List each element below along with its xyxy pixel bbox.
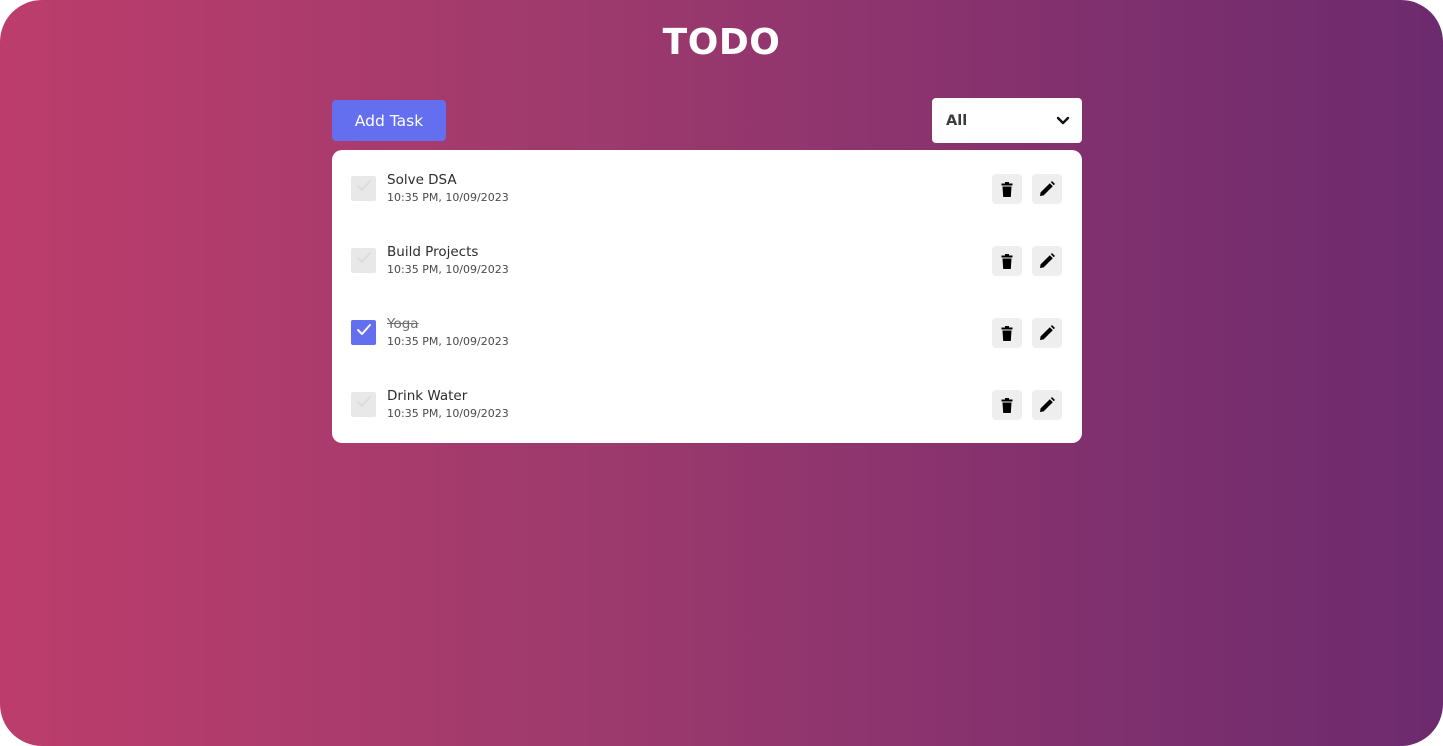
chevron-down-icon — [1056, 116, 1070, 126]
task-timestamp: 10:35 PM, 10/09/2023 — [387, 407, 509, 420]
pencil-icon — [1039, 181, 1055, 197]
check-icon — [356, 179, 372, 198]
task-timestamp: 10:35 PM, 10/09/2023 — [387, 191, 509, 204]
task-checkbox[interactable] — [351, 320, 376, 345]
trash-icon — [1001, 253, 1013, 269]
task-timestamp: 10:35 PM, 10/09/2023 — [387, 263, 509, 276]
task-checkbox[interactable] — [351, 248, 376, 273]
trash-icon — [1001, 325, 1013, 341]
task-item: Build Projects 10:35 PM, 10/09/2023 — [332, 222, 1082, 294]
trash-icon — [1001, 397, 1013, 413]
check-icon — [356, 323, 372, 342]
pencil-icon — [1039, 397, 1055, 413]
task-item: Yoga 10:35 PM, 10/09/2023 — [332, 294, 1082, 366]
delete-task-button[interactable] — [992, 246, 1022, 276]
status-filter-select[interactable]: All — [932, 98, 1082, 143]
task-item: Solve DSA 10:35 PM, 10/09/2023 — [332, 150, 1082, 222]
task-name: Build Projects — [387, 244, 479, 260]
delete-task-button[interactable] — [992, 174, 1022, 204]
task-timestamp: 10:35 PM, 10/09/2023 — [387, 335, 509, 348]
filter-selected-value: All — [946, 112, 968, 129]
add-task-button[interactable]: Add Task — [332, 100, 446, 141]
task-checkbox[interactable] — [351, 176, 376, 201]
check-icon — [356, 395, 372, 414]
edit-task-button[interactable] — [1032, 390, 1062, 420]
task-list: Solve DSA 10:35 PM, 10/09/2023 Build Pro… — [332, 150, 1082, 443]
pencil-icon — [1039, 253, 1055, 269]
pencil-icon — [1039, 325, 1055, 341]
delete-task-button[interactable] — [992, 318, 1022, 348]
trash-icon — [1001, 181, 1013, 197]
check-icon — [356, 251, 372, 270]
task-name: Solve DSA — [387, 172, 457, 188]
task-name: Drink Water — [387, 388, 468, 404]
task-checkbox[interactable] — [351, 392, 376, 417]
page-title: TODO — [662, 22, 781, 63]
task-item: Drink Water 10:35 PM, 10/09/2023 — [332, 366, 1082, 438]
task-name: Yoga — [387, 316, 419, 332]
delete-task-button[interactable] — [992, 390, 1022, 420]
edit-task-button[interactable] — [1032, 318, 1062, 348]
todo-app: TODO Add Task All Solve DSA 10:35 PM, 10… — [0, 0, 1443, 746]
edit-task-button[interactable] — [1032, 246, 1062, 276]
edit-task-button[interactable] — [1032, 174, 1062, 204]
